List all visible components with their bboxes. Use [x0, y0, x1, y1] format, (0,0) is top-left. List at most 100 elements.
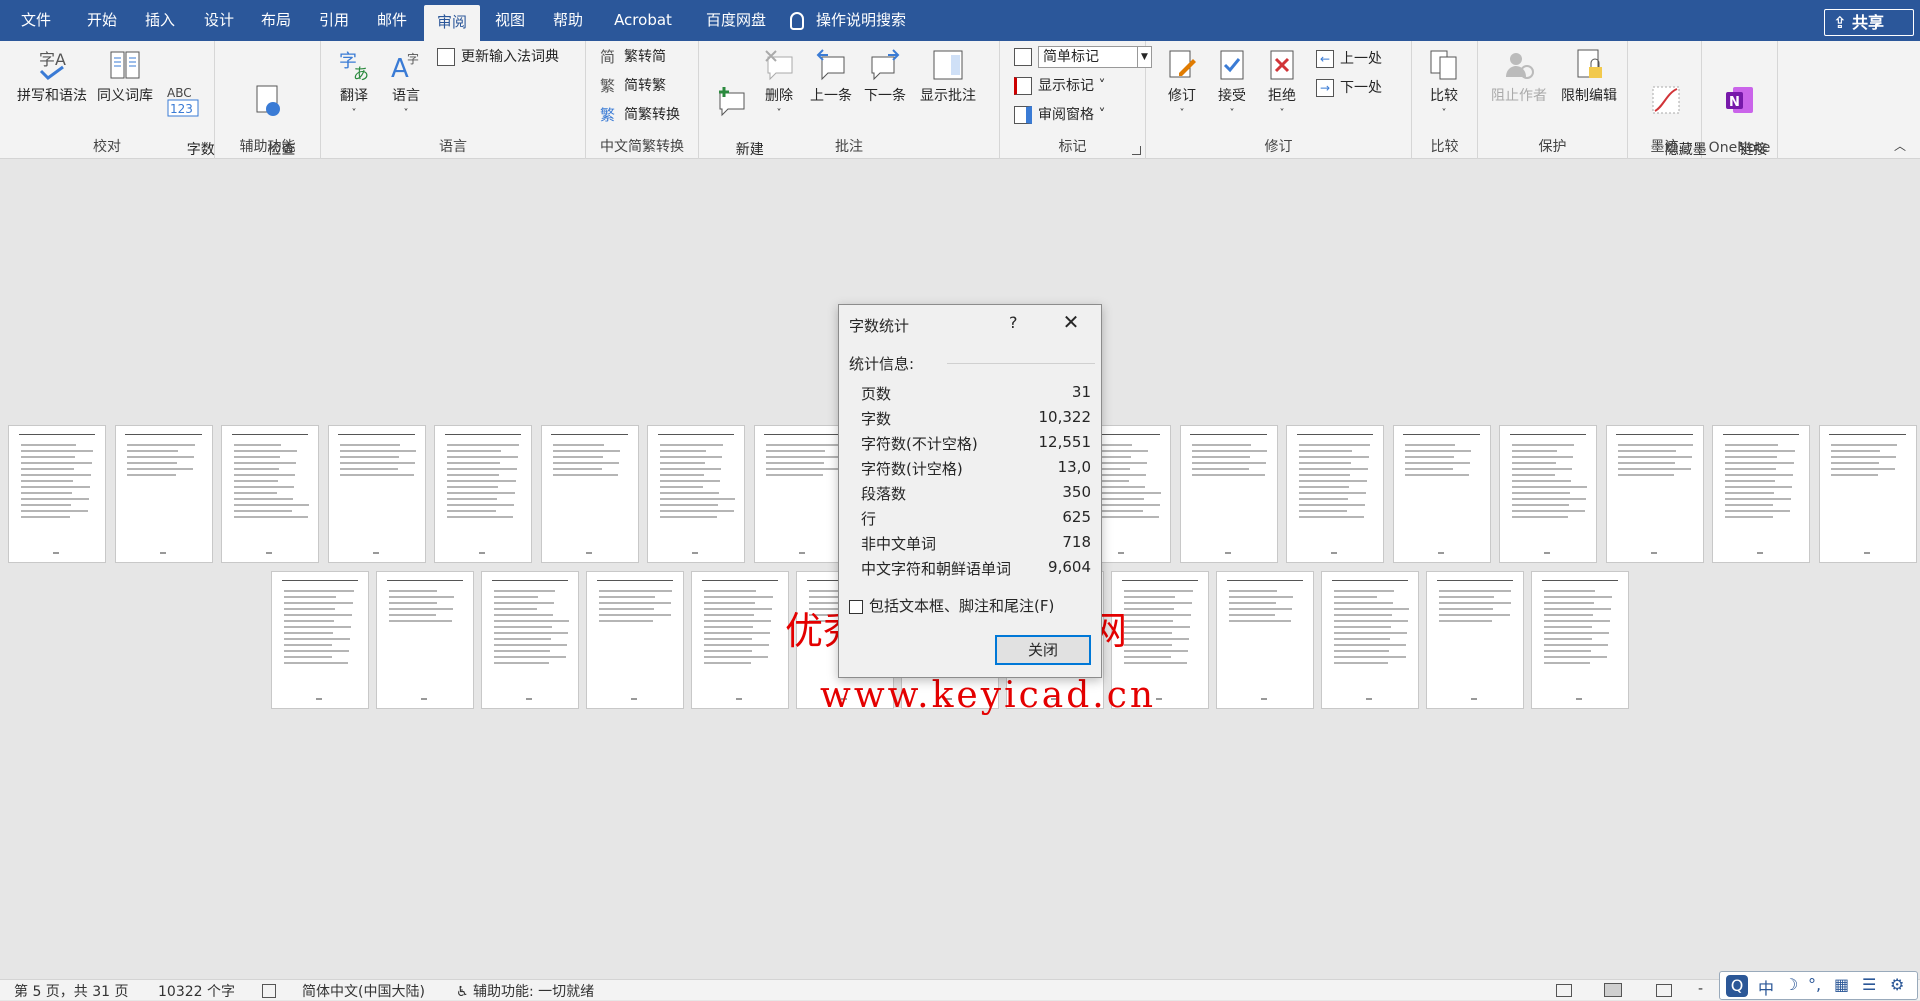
previous-change-button[interactable]: ← 上一处: [1316, 47, 1382, 71]
page-thumbnail[interactable]: [376, 571, 474, 709]
page-thumbnail[interactable]: [8, 425, 106, 563]
tab-help[interactable]: 帮助: [542, 0, 594, 41]
page-thumbnail[interactable]: [1531, 571, 1629, 709]
spelling-grammar-button[interactable]: 字A 拼写和语法: [12, 47, 92, 105]
menu-icon[interactable]: ☰: [1862, 975, 1876, 994]
read-mode-icon[interactable]: [1556, 984, 1572, 997]
accessibility-status[interactable]: ♿ 辅助功能: 一切就绪: [456, 981, 594, 1001]
page-thumbnail[interactable]: [327, 425, 426, 563]
page-thumbnail[interactable]: [540, 425, 639, 563]
ime-toolbar[interactable]: Q 中 ☽ °, ▦ ☰ ⚙: [1719, 971, 1918, 1000]
markup-combo[interactable]: 简单标记 ▼: [1014, 45, 1152, 69]
tab-layout[interactable]: 布局: [250, 0, 302, 41]
simp-to-trad-button[interactable]: 繁简转繁: [600, 74, 666, 98]
page-thumbnail[interactable]: [1818, 425, 1917, 563]
share-button[interactable]: ⇪ 共享: [1824, 9, 1914, 36]
page-thumbnail[interactable]: [1321, 571, 1419, 709]
page-thumbnail[interactable]: [647, 425, 745, 563]
page-thumbnail[interactable]: [481, 571, 579, 709]
page-thumbnail[interactable]: [586, 571, 684, 709]
collapse-ribbon-icon[interactable]: ︿: [1894, 137, 1906, 154]
page-thumbnail[interactable]: [1605, 425, 1704, 563]
text-line: [1123, 638, 1189, 640]
previous-comment-button[interactable]: 上一条: [805, 47, 857, 105]
reject-button[interactable]: 拒绝 ˅: [1260, 47, 1304, 123]
page-thumbnail[interactable]: [114, 425, 213, 563]
page-thumbnail[interactable]: [1499, 425, 1597, 563]
ime-logo-icon[interactable]: Q: [1726, 975, 1748, 997]
page-thumbnail[interactable]: [271, 571, 369, 709]
next-comment-button[interactable]: 下一条: [859, 47, 911, 105]
compare-button[interactable]: 比较 ˅: [1422, 47, 1466, 123]
tab-home[interactable]: 开始: [76, 0, 128, 41]
zoom-out-button[interactable]: -: [1698, 981, 1703, 997]
language-indicator[interactable]: 简体中文(中国大陆): [302, 981, 425, 1001]
tab-acrobat[interactable]: Acrobat: [602, 0, 684, 41]
markup-combo-value[interactable]: 简单标记: [1038, 46, 1138, 68]
text-line: [1543, 614, 1594, 616]
punctuation-icon[interactable]: °,: [1808, 975, 1821, 994]
block-authors-button[interactable]: 阻止作者: [1486, 47, 1552, 105]
page-indicator[interactable]: 第 5 页，共 31 页: [14, 981, 129, 1001]
text-line: [127, 444, 196, 446]
tab-mailings[interactable]: 邮件: [366, 0, 418, 41]
word-count-indicator[interactable]: 10322 个字: [158, 981, 235, 1001]
page-header-line: [281, 580, 359, 581]
tab-review[interactable]: 审阅: [424, 5, 480, 41]
next-change-button[interactable]: → 下一处: [1316, 76, 1382, 100]
page-thumbnail[interactable]: [1216, 571, 1314, 709]
page-thumbnail[interactable]: [1392, 425, 1491, 563]
chinese-convert-button[interactable]: 繁简繁转换: [600, 103, 680, 127]
tab-references[interactable]: 引用: [308, 0, 360, 41]
tab-view[interactable]: 视图: [484, 0, 536, 41]
accept-button[interactable]: 接受 ˅: [1210, 47, 1254, 123]
reviewing-pane-button[interactable]: 审阅窗格 ˅: [1014, 103, 1105, 127]
tab-file[interactable]: 文件: [10, 0, 62, 41]
language-icon: A字: [391, 51, 419, 83]
text-line: [659, 474, 704, 476]
close-icon[interactable]: ✕: [1057, 309, 1085, 335]
trad-to-simp-button[interactable]: 简繁转简: [600, 45, 666, 69]
moon-icon[interactable]: ☽: [1784, 975, 1798, 994]
restrict-editing-button[interactable]: 限制编辑: [1554, 47, 1624, 105]
tell-me-search[interactable]: 操作说明搜索: [790, 0, 906, 41]
help-icon[interactable]: ?: [1009, 313, 1018, 332]
page-thumbnail[interactable]: [1712, 425, 1810, 563]
page-thumbnail[interactable]: [1286, 425, 1384, 563]
language-button[interactable]: A字 语言 ˅: [381, 47, 431, 123]
update-ime-dictionary-button[interactable]: 更新输入法词典: [437, 45, 559, 69]
track-changes-button[interactable]: 修订 ˅: [1160, 47, 1204, 123]
proofing-icon[interactable]: [262, 984, 276, 998]
tab-insert[interactable]: 插入: [134, 0, 186, 41]
settings-icon[interactable]: ⚙: [1890, 975, 1904, 994]
tab-design[interactable]: 设计: [193, 0, 245, 41]
page-thumbnail[interactable]: [221, 425, 319, 563]
page-thumbnail[interactable]: [753, 425, 852, 563]
translate-button[interactable]: 字あ 翻译 ˅: [329, 47, 379, 123]
checkbox-box[interactable]: [849, 599, 863, 614]
ime-mode[interactable]: 中: [1758, 975, 1774, 999]
page-thumbnail[interactable]: [1179, 425, 1278, 563]
web-layout-icon[interactable]: [1656, 984, 1672, 997]
keyboard-icon[interactable]: ▦: [1834, 975, 1849, 994]
thesaurus-button[interactable]: 同义词库: [92, 47, 158, 105]
status-bar: 第 5 页，共 31 页 10322 个字 简体中文(中国大陆) ♿ 辅助功能:…: [0, 979, 1920, 1000]
group-onenote: N 链接 笔记 OneNote: [1702, 41, 1778, 176]
include-textboxes-checkbox[interactable]: 包括文本框、脚注和尾注(F): [849, 595, 1054, 616]
show-markup-button[interactable]: 显示标记 ˅: [1014, 74, 1105, 98]
text-line: [283, 614, 352, 616]
delete-comment-button[interactable]: 删除 ˅: [757, 47, 801, 123]
page-thumbnail[interactable]: [691, 571, 789, 709]
print-layout-icon[interactable]: [1604, 983, 1622, 997]
page-thumbnail[interactable]: [1426, 571, 1524, 709]
page-thumbnail[interactable]: [434, 425, 532, 563]
tab-baidu-netdisk[interactable]: 百度网盘: [692, 0, 780, 41]
group-label-onenote: OneNote: [1708, 140, 1771, 156]
close-button[interactable]: 关闭: [995, 635, 1091, 665]
text-line: [598, 602, 672, 604]
page-header-line: [1296, 434, 1374, 435]
text-line: [598, 620, 654, 622]
page-header-line: [18, 434, 96, 435]
show-comments-button[interactable]: 显示批注: [913, 47, 983, 105]
dialog-launcher-icon[interactable]: [1132, 146, 1141, 155]
